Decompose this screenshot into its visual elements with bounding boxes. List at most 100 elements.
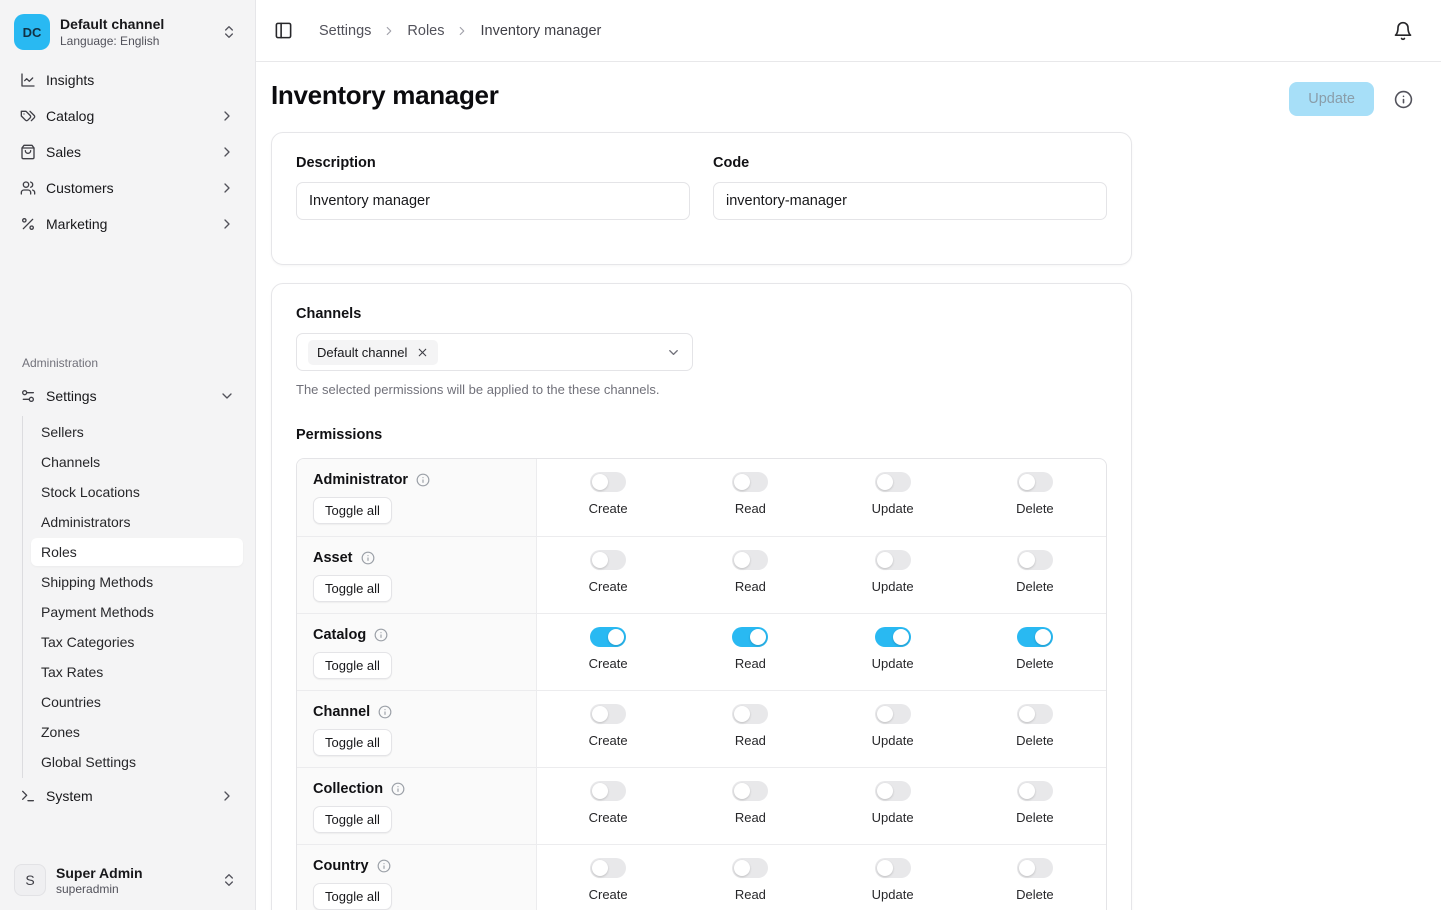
sidebar-item-insights[interactable]: Insights <box>12 64 243 96</box>
sidebar-item-customers[interactable]: Customers <box>12 172 243 204</box>
sidebar-subitem-global-settings[interactable]: Global Settings <box>31 748 243 776</box>
breadcrumb-settings[interactable]: Settings <box>319 23 371 39</box>
toggle-knob <box>608 629 624 645</box>
toggle-label: Delete <box>1016 810 1054 825</box>
permission-toggles: CreateReadUpdateDelete <box>537 459 1106 536</box>
toggle-asset-update[interactable] <box>875 550 911 570</box>
sidebar-item-catalog[interactable]: Catalog <box>12 100 243 132</box>
toggle-channel-read[interactable] <box>732 704 768 724</box>
toggle-catalog-delete[interactable] <box>1017 627 1053 647</box>
toggle-administrator-read[interactable] <box>732 472 768 492</box>
toggle-channel-delete[interactable] <box>1017 704 1053 724</box>
toggle-label: Read <box>735 810 766 825</box>
sidebar-subitem-countries[interactable]: Countries <box>31 688 243 716</box>
toggle-label: Create <box>589 501 628 516</box>
permission-row-header: ChannelToggle all <box>297 691 537 767</box>
toggle-catalog-read[interactable] <box>732 627 768 647</box>
details-card: Description Code <box>271 132 1132 265</box>
description-label: Description <box>296 155 690 171</box>
toggle-channel-create[interactable] <box>590 704 626 724</box>
toggle-all-button[interactable]: Toggle all <box>313 729 392 756</box>
user-menu[interactable]: S Super Admin superadmin <box>12 858 243 900</box>
toggle-asset-create[interactable] <box>590 550 626 570</box>
user-username: superadmin <box>56 882 209 896</box>
toggle-collection-delete[interactable] <box>1017 781 1053 801</box>
sidebar-subitem-payment-methods[interactable]: Payment Methods <box>31 598 243 626</box>
update-button[interactable]: Update <box>1289 82 1374 116</box>
permission-row-header: AssetToggle all <box>297 537 537 613</box>
sidebar-nav: Insights Catalog Sales Customers Marketing <box>12 64 243 244</box>
toggle-country-read[interactable] <box>732 858 768 878</box>
panel-left-icon[interactable] <box>272 19 295 42</box>
close-icon[interactable] <box>416 346 429 359</box>
sidebar-subitem-tax-rates[interactable]: Tax Rates <box>31 658 243 686</box>
sidebar-subitem-administrators[interactable]: Administrators <box>31 508 243 536</box>
permission-read: Read <box>679 627 821 671</box>
description-input[interactable] <box>296 182 690 220</box>
toggle-knob <box>734 860 750 876</box>
toggle-collection-read[interactable] <box>732 781 768 801</box>
sidebar-subitem-sellers[interactable]: Sellers <box>31 418 243 446</box>
info-icon[interactable] <box>374 628 388 642</box>
toggle-administrator-create[interactable] <box>590 472 626 492</box>
toggle-catalog-create[interactable] <box>590 627 626 647</box>
toggle-knob <box>592 783 608 799</box>
sidebar-item-marketing[interactable]: Marketing <box>12 208 243 240</box>
toggle-all-button[interactable]: Toggle all <box>313 497 392 524</box>
sidebar-item-system[interactable]: System <box>12 780 243 812</box>
toggle-asset-delete[interactable] <box>1017 550 1053 570</box>
toggle-channel-update[interactable] <box>875 704 911 724</box>
chevrons-up-down-icon[interactable] <box>219 22 239 42</box>
sidebar-subitem-stock-locations[interactable]: Stock Locations <box>31 478 243 506</box>
info-icon[interactable] <box>361 551 375 565</box>
toggle-collection-create[interactable] <box>590 781 626 801</box>
permission-row-collection: CollectionToggle allCreateReadUpdateDele… <box>297 767 1106 844</box>
channels-select[interactable]: Default channel <box>296 333 693 371</box>
code-input[interactable] <box>713 182 1107 220</box>
permission-update: Update <box>822 781 964 825</box>
toggle-catalog-update[interactable] <box>875 627 911 647</box>
permission-toggles: CreateReadUpdateDelete <box>537 537 1106 613</box>
toggle-knob <box>1019 474 1035 490</box>
permission-read: Read <box>679 781 821 825</box>
toggle-administrator-update[interactable] <box>875 472 911 492</box>
sidebar-subitem-channels[interactable]: Channels <box>31 448 243 476</box>
sidebar-subitem-tax-categories[interactable]: Tax Categories <box>31 628 243 656</box>
info-icon[interactable] <box>378 705 392 719</box>
sidebar-subitem-zones[interactable]: Zones <box>31 718 243 746</box>
breadcrumb-current: Inventory manager <box>480 23 601 39</box>
chevrons-up-down-icon[interactable] <box>219 870 239 890</box>
chevron-right-icon <box>455 24 469 38</box>
sidebar-subitem-roles[interactable]: Roles <box>31 538 243 566</box>
permission-name: Country <box>313 858 369 874</box>
sidebar-subitem-shipping-methods[interactable]: Shipping Methods <box>31 568 243 596</box>
toggle-all-button[interactable]: Toggle all <box>313 883 392 910</box>
toggle-country-delete[interactable] <box>1017 858 1053 878</box>
bell-icon[interactable] <box>1391 19 1415 43</box>
info-icon[interactable] <box>1392 88 1415 111</box>
sidebar-item-label: Customers <box>46 180 209 196</box>
chevron-right-icon <box>219 788 235 804</box>
toggle-country-update[interactable] <box>875 858 911 878</box>
permission-update: Update <box>822 704 964 748</box>
toggle-label: Read <box>735 733 766 748</box>
sidebar-item-settings[interactable]: Settings <box>12 380 243 412</box>
toggle-asset-read[interactable] <box>732 550 768 570</box>
toggle-label: Create <box>589 810 628 825</box>
toggle-administrator-delete[interactable] <box>1017 472 1053 492</box>
toggle-all-button[interactable]: Toggle all <box>313 575 392 602</box>
chevron-right-icon <box>382 24 396 38</box>
info-icon[interactable] <box>416 473 430 487</box>
permission-create: Create <box>537 858 679 902</box>
toggle-country-create[interactable] <box>590 858 626 878</box>
toggle-label: Delete <box>1016 579 1054 594</box>
toggle-collection-update[interactable] <box>875 781 911 801</box>
toggle-all-button[interactable]: Toggle all <box>313 806 392 833</box>
permission-toggles: CreateReadUpdateDelete <box>537 691 1106 767</box>
info-icon[interactable] <box>377 859 391 873</box>
toggle-all-button[interactable]: Toggle all <box>313 652 392 679</box>
channel-switcher[interactable]: DC Default channel Language: English <box>12 12 243 64</box>
sidebar-item-sales[interactable]: Sales <box>12 136 243 168</box>
info-icon[interactable] <box>391 782 405 796</box>
breadcrumb-roles[interactable]: Roles <box>407 23 444 39</box>
